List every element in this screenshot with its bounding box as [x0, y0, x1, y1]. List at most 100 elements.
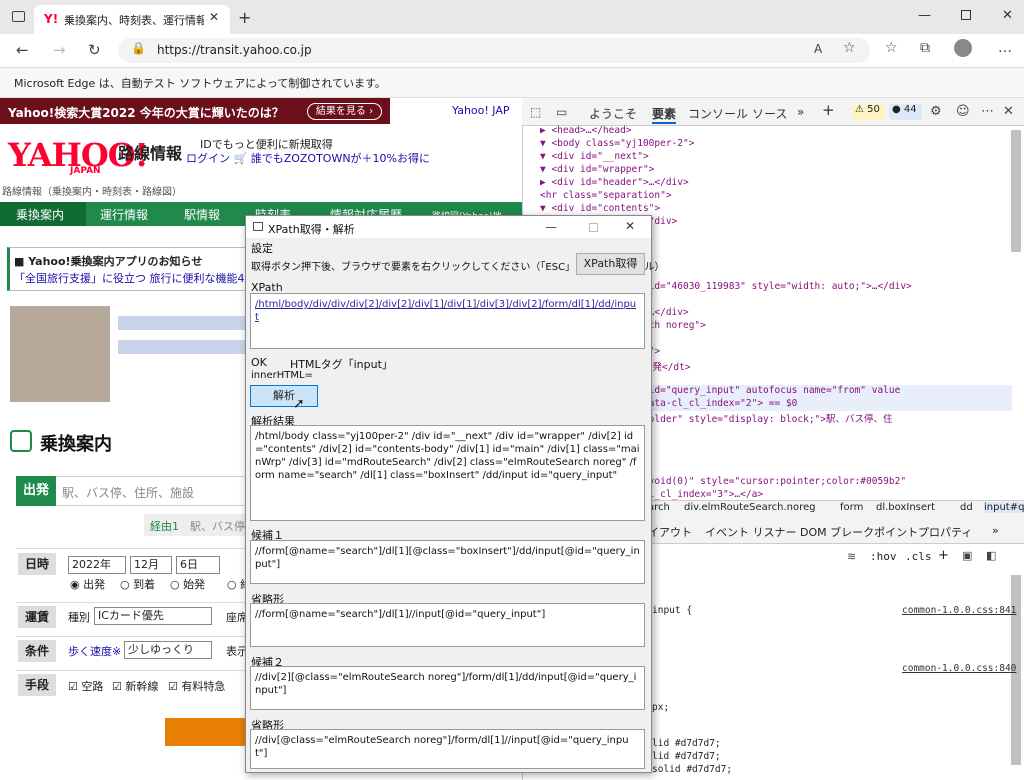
read-aloud-icon[interactable]: A: [814, 42, 822, 56]
sidebar-toggle-icon[interactable]: ◧: [986, 549, 996, 562]
style-rule-text[interactable]: solid #d7d7d7;: [652, 764, 732, 775]
from-label: 出発: [16, 476, 56, 506]
devtools-tab-welcome[interactable]: ようこそ: [589, 105, 637, 122]
styles-subtab[interactable]: イベント リスナー: [705, 524, 797, 540]
devtools-add-tab[interactable]: +: [822, 101, 835, 119]
walk-speed-select[interactable]: 少しゆっくり: [124, 641, 212, 659]
devtools-close-icon[interactable]: ✕: [1003, 104, 1014, 119]
yahoo-logo-sub: JAPAN: [70, 166, 101, 176]
back-icon[interactable]: ←: [16, 41, 29, 59]
inspect-icon[interactable]: ⬚: [530, 105, 541, 119]
devtools-tab-elements[interactable]: 要素: [652, 105, 677, 124]
dom-line[interactable]: ▼ <div id="contents">: [540, 203, 660, 214]
search-button[interactable]: [165, 718, 255, 746]
forward-icon[interactable]: →: [53, 41, 66, 59]
warning-badge[interactable]: ⚠ 50: [852, 104, 885, 120]
favorites-icon[interactable]: ☆: [885, 40, 898, 56]
collections-icon[interactable]: ⧉: [920, 40, 930, 56]
hover-toggle[interactable]: :hov: [870, 550, 897, 563]
dom-scrollbar[interactable]: [1011, 130, 1021, 252]
devtools-tab-console[interactable]: コンソール: [688, 105, 748, 122]
abbr2-textbox[interactable]: //div[@class="elmRouteSearch noreg"]/for…: [250, 729, 645, 769]
devtools-tab-sources[interactable]: ソース: [752, 105, 787, 122]
computed-toggle-icon[interactable]: ▣: [962, 549, 972, 562]
lock-icon[interactable]: 🔒: [131, 41, 146, 55]
style-source-link[interactable]: common-1.0.0.css:840: [902, 663, 1016, 674]
dom-line[interactable]: ▼ <div id="__next">: [540, 151, 649, 162]
devtools-settings-icon[interactable]: ⚙: [930, 104, 942, 119]
abbr1-textbox[interactable]: //form[@name="search"]/dl[1]//input[@id=…: [250, 603, 645, 647]
style-rule-text[interactable]: input {: [652, 605, 692, 616]
candidate2-textbox[interactable]: //div[2][@class="elmRouteSearch noreg"]/…: [250, 666, 645, 710]
dom-line[interactable]: ▶ <head>…</head>: [540, 125, 632, 136]
nav-item-transfer[interactable]: 乗換案内: [16, 206, 64, 223]
radio-first[interactable]: ○ 始発: [170, 576, 205, 592]
nav-item-service[interactable]: 運行情報: [100, 206, 148, 223]
day-select[interactable]: 6日: [176, 556, 220, 574]
app-notice-link[interactable]: 「全国旅行支援」に役立つ 旅行に便利な機能4選: [14, 270, 246, 286]
settings-more-icon[interactable]: …: [998, 40, 1012, 56]
window-close-icon[interactable]: ✕: [1002, 8, 1013, 23]
info-badge[interactable]: ● 44: [889, 104, 922, 120]
radio-arrival[interactable]: ○ 到着: [120, 576, 155, 592]
means-shinkansen[interactable]: ☑ 新幹線: [112, 678, 158, 694]
filter-toggle-icon[interactable]: ≋: [847, 550, 856, 563]
maximize-icon[interactable]: [961, 10, 971, 20]
dialog-close-icon[interactable]: ✕: [625, 219, 635, 233]
banner-result-button[interactable]: 結果を見る ›: [307, 103, 382, 120]
add-favorite-icon[interactable]: ☆: [843, 40, 856, 56]
devtools-feedback-icon[interactable]: ☺: [956, 104, 970, 119]
result-textbox[interactable]: /html/body class="yj100per-2" /div id="_…: [250, 425, 645, 521]
style-rule-text[interactable]: lid #d7d7d7;: [652, 751, 721, 762]
device-icon[interactable]: ▭: [556, 105, 567, 119]
dom-breadcrumb-item[interactable]: dl.boxInsert: [876, 502, 935, 513]
screen: Y! 乗換案内、時刻表、運行情報 - Yah ✕ + — ✕ ← → ↻ 🔒 h…: [0, 0, 1024, 780]
means-air[interactable]: ☑ 空路: [68, 678, 103, 694]
dom-line[interactable]: <hr class="separation">: [540, 190, 672, 201]
nav-item-station[interactable]: 駅情報: [184, 206, 220, 223]
means-express[interactable]: ☑ 有料特急: [168, 678, 225, 694]
styles-subtab[interactable]: プロパティ: [918, 524, 972, 540]
radio-departure-label: 出発: [83, 578, 106, 591]
xpath-textbox[interactable]: /html/body/div/div/div[2]/div[2]/div[1]/…: [250, 293, 645, 349]
devtools-more-tabs[interactable]: »: [797, 105, 804, 119]
radio-departure[interactable]: ◉ 出発: [70, 576, 105, 592]
style-rule-text[interactable]: px;: [652, 702, 669, 713]
month-select[interactable]: 12月: [130, 556, 172, 574]
tab-actions-icon[interactable]: [12, 11, 25, 22]
refresh-icon[interactable]: ↻: [88, 41, 101, 59]
dom-breadcrumb-item[interactable]: form: [840, 502, 863, 513]
dialog-minimize-icon[interactable]: —: [545, 220, 557, 234]
dom-line[interactable]: ▼ <body class="yj100per-2">: [540, 138, 694, 149]
dom-breadcrumb-item[interactable]: dd: [960, 502, 973, 513]
styles-subtab[interactable]: »: [992, 524, 999, 537]
devtools-menu-icon[interactable]: ⋯: [981, 104, 994, 119]
dom-breadcrumb-item[interactable]: div.elmRouteSearch.noreg: [684, 502, 816, 513]
new-tab-icon[interactable]: +: [238, 8, 251, 27]
means-label: 手段: [18, 674, 56, 696]
year-select[interactable]: 2022年: [68, 556, 126, 574]
walk-speed-label[interactable]: 歩く速度※: [68, 643, 121, 659]
ad-image[interactable]: [10, 306, 110, 402]
dom-line[interactable]: ▶ <div id="header">…</div>: [540, 177, 689, 188]
fare-select[interactable]: ICカード優先: [94, 607, 212, 625]
minimize-icon[interactable]: —: [918, 8, 931, 23]
analyze-button[interactable]: 解析: [250, 385, 318, 407]
style-rule-text[interactable]: lid #d7d7d7;: [652, 738, 721, 749]
new-rule-icon[interactable]: +: [938, 548, 949, 563]
styles-subtab[interactable]: イアウト: [648, 524, 692, 540]
dom-breadcrumb-item[interactable]: input#query_input: [984, 502, 1024, 513]
profile-avatar[interactable]: [954, 39, 972, 57]
login-link[interactable]: ログイン 🛒 誰でもZOZOTOWNが＋10%お得に: [186, 150, 430, 166]
radio-first-label: 始発: [183, 578, 206, 591]
styles-subtab[interactable]: DOM ブレークポイント: [800, 524, 918, 540]
yahoo-japan-link[interactable]: Yahoo! JAP: [452, 104, 510, 117]
xpath-get-button[interactable]: XPath取得: [576, 253, 645, 275]
radio-arrival-label: 到着: [133, 578, 156, 591]
candidate1-textbox[interactable]: //form[@name="search"]/dl[1][@class="box…: [250, 540, 645, 584]
tab-close-icon[interactable]: ✕: [209, 10, 219, 24]
class-toggle[interactable]: .cls: [905, 550, 932, 563]
dom-line[interactable]: ▼ <div id="wrapper">: [540, 164, 654, 175]
warning-count: 50: [867, 104, 880, 115]
style-source-link[interactable]: common-1.0.0.css:841: [902, 605, 1016, 616]
